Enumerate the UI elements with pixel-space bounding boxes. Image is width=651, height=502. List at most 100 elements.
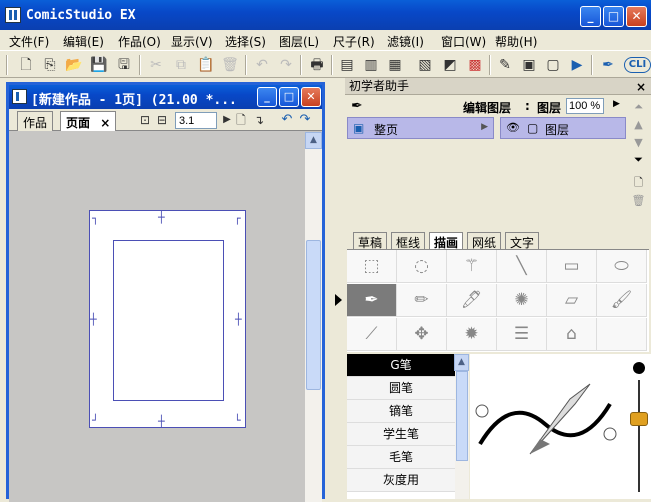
- marker-icon[interactable]: 🖊: [447, 284, 497, 317]
- scroll-thumb[interactable]: [306, 240, 321, 390]
- tab-screentone[interactable]: 网纸: [467, 232, 502, 250]
- pen-list-scrollbar[interactable]: ▲: [454, 354, 469, 499]
- tab-frame[interactable]: 框线: [391, 232, 426, 250]
- page-turn-icon[interactable]: ↴: [249, 110, 269, 130]
- cut-icon[interactable]: ✂: [146, 55, 166, 75]
- tab-page[interactable]: 页面 ×: [60, 111, 117, 131]
- radial-line-icon[interactable]: ✹: [447, 318, 497, 351]
- new-icon[interactable]: 🗋: [16, 55, 36, 75]
- export-icon[interactable]: ▣: [519, 55, 539, 75]
- tab-draft[interactable]: 草稿: [353, 232, 388, 250]
- tab-text[interactable]: 文字: [505, 232, 540, 250]
- panel-close-icon[interactable]: ×: [636, 79, 646, 95]
- eyedropper-icon[interactable]: ⟋: [347, 318, 397, 351]
- tab-work[interactable]: 作品: [17, 111, 54, 131]
- page-list-item[interactable]: ▣ 整页 ▶: [347, 117, 494, 139]
- navigator-icon[interactable]: ▦: [385, 55, 405, 75]
- move-up-icon[interactable]: ▲: [630, 116, 647, 133]
- menu-select[interactable]: 选择(S): [225, 33, 266, 50]
- delete-layer-icon[interactable]: 🗑: [630, 192, 647, 209]
- menu-edit[interactable]: 编辑(E): [63, 33, 104, 50]
- move-down-icon[interactable]: ▼: [630, 134, 647, 151]
- doc-minimize-button[interactable]: _: [257, 87, 277, 107]
- paste-icon[interactable]: 📋: [196, 55, 216, 75]
- scroll-up-icon[interactable]: ▲: [305, 132, 322, 149]
- menu-filter[interactable]: 滤镜(I): [387, 33, 424, 50]
- page-manager-icon[interactable]: ▤: [337, 55, 357, 75]
- magic-wand-icon[interactable]: ⚚: [447, 250, 497, 283]
- pen-brush[interactable]: 毛笔: [347, 446, 455, 469]
- pattern-icon[interactable]: ⌂: [547, 318, 597, 351]
- rectangle-icon[interactable]: ▭: [547, 250, 597, 283]
- pen-icon[interactable]: ✒: [347, 284, 397, 317]
- open-icon[interactable]: 📂: [64, 55, 84, 75]
- tool-option-icon[interactable]: ▧: [415, 55, 435, 75]
- window-icon[interactable]: ✎: [495, 55, 515, 75]
- pen-settings-icon[interactable]: ✒: [351, 98, 363, 114]
- copy-icon[interactable]: ⧉: [171, 55, 191, 75]
- page-canvas[interactable]: ┼ ┼ ┼ ┼ ┐ ┌ ┘ └: [9, 132, 305, 502]
- layer-list-item[interactable]: 👁 ▢ 图层: [500, 117, 626, 139]
- lasso-icon[interactable]: ◌: [397, 250, 447, 283]
- help-icon[interactable]: ▢: [543, 55, 563, 75]
- page-number-input[interactable]: [175, 112, 217, 129]
- layer-property-icon[interactable]: ▥: [361, 55, 381, 75]
- airbrush-icon[interactable]: ✺: [497, 284, 547, 317]
- pen-size-slider[interactable]: [625, 354, 651, 499]
- menu-layer[interactable]: 图层(L): [279, 33, 319, 50]
- move-bottom-icon[interactable]: ⏷: [630, 151, 647, 168]
- expand-arrow-icon[interactable]: ▶: [481, 122, 488, 132]
- pen-scroll-thumb[interactable]: [456, 371, 468, 461]
- zoom-in-icon[interactable]: ▩: [465, 55, 485, 75]
- move-icon[interactable]: ✥: [397, 318, 447, 351]
- color-icon[interactable]: ◩: [440, 55, 460, 75]
- select-rect-icon[interactable]: ⬚: [347, 250, 397, 283]
- opacity-arrow-icon[interactable]: ▶: [613, 99, 620, 109]
- print-icon[interactable]: 🖶: [307, 55, 327, 75]
- pen-gray[interactable]: 灰度用: [347, 469, 455, 492]
- visibility-eye-icon[interactable]: 👁: [506, 121, 520, 134]
- pen-tool-icon[interactable]: ✒: [598, 55, 618, 75]
- menu-work[interactable]: 作品(O): [118, 33, 161, 50]
- opacity-input[interactable]: [566, 98, 604, 114]
- delete-icon[interactable]: 🗑: [220, 55, 240, 75]
- pen-student[interactable]: 学生笔: [347, 423, 455, 446]
- move-top-icon[interactable]: ⏶: [630, 98, 647, 115]
- save-icon[interactable]: 💾: [89, 55, 109, 75]
- clip-button[interactable]: CLI: [624, 57, 651, 73]
- ellipse-icon[interactable]: ⬭: [597, 250, 647, 283]
- save-all-icon[interactable]: 🖫: [114, 55, 134, 75]
- pencil-icon[interactable]: ✏: [397, 284, 447, 317]
- menu-ruler[interactable]: 尺子(R): [333, 33, 375, 50]
- doc-maximize-button[interactable]: □: [279, 87, 299, 107]
- play-icon[interactable]: ▶: [567, 55, 587, 75]
- tab-close-icon[interactable]: ×: [100, 116, 110, 130]
- line-icon[interactable]: ╲: [497, 250, 547, 283]
- maximize-button[interactable]: □: [603, 6, 624, 27]
- page-icon[interactable]: 🗋: [231, 110, 251, 130]
- pen-g[interactable]: G笔: [347, 354, 455, 377]
- new-page-icon[interactable]: ⎘: [40, 55, 60, 75]
- menu-help[interactable]: 帮助(H): [495, 33, 537, 50]
- menu-view[interactable]: 显示(V): [171, 33, 213, 50]
- pen-scroll-up-icon[interactable]: ▲: [454, 354, 469, 371]
- minimize-button[interactable]: _: [580, 6, 601, 27]
- right-panel-toggle-icon[interactable]: [335, 294, 342, 306]
- eraser-icon[interactable]: ▱: [547, 284, 597, 317]
- pen-kabura[interactable]: 镝笔: [347, 400, 455, 423]
- redo-icon[interactable]: ↷: [276, 55, 296, 75]
- doc-close-button[interactable]: ✕: [301, 87, 321, 107]
- close-button[interactable]: ✕: [626, 6, 647, 27]
- parallel-line-icon[interactable]: ☰: [497, 318, 547, 351]
- slider-thumb[interactable]: [630, 412, 648, 426]
- new-layer-icon[interactable]: 🗋: [630, 174, 647, 191]
- menu-window[interactable]: 窗口(W): [441, 33, 486, 50]
- undo-icon[interactable]: ↶: [252, 55, 272, 75]
- rotate-left-icon[interactable]: ↶: [277, 110, 297, 130]
- page-view-icon[interactable]: ⊟: [152, 110, 172, 130]
- pen-round[interactable]: 圆笔: [347, 377, 455, 400]
- document-vertical-scrollbar[interactable]: ▲: [305, 132, 322, 502]
- menu-file[interactable]: 文件(F): [9, 33, 49, 50]
- tab-draw[interactable]: 描画: [429, 232, 464, 250]
- rotate-right-icon[interactable]: ↷: [295, 110, 315, 130]
